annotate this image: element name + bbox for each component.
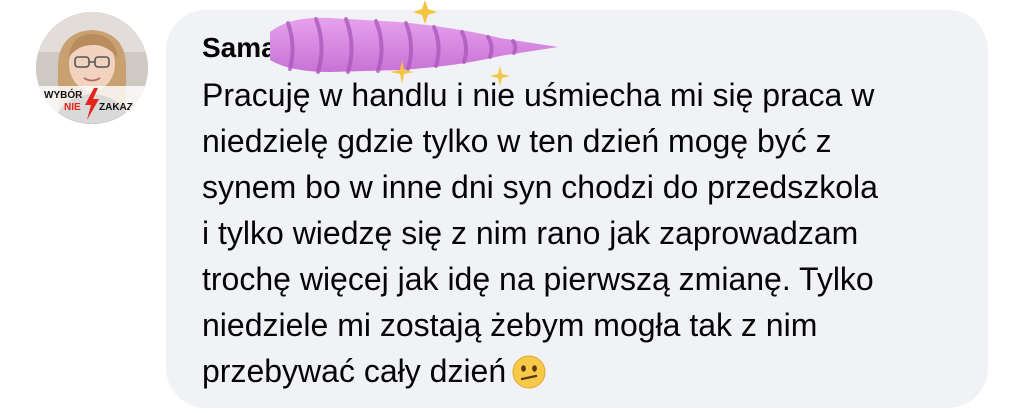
comment-line: i tylko wiedzę się z nim rano jak zaprow… (202, 215, 859, 251)
unicorn-horn-sticker-icon (270, 0, 558, 86)
profile-avatar[interactable]: WYBÓR NIE ZAKAZ (36, 12, 148, 124)
confused-face-icon (512, 355, 546, 389)
comment-line: niedziele mi zostają żebym mogła tak z n… (202, 307, 818, 343)
badge-text-nie: NIE (64, 102, 81, 113)
comment-line: trochę więcej jak idę na pierwszą zmianę… (202, 261, 874, 297)
badge-text-wybor: WYBÓR (44, 88, 83, 101)
comment-text: Pracuję w handlu i nie uśmiecha mi się p… (202, 72, 972, 394)
profile-photo: WYBÓR NIE ZAKAZ (36, 12, 148, 124)
comment-line: niedzielę gdzie tylko w ten dzień mogę b… (202, 123, 832, 159)
comment-line-last: przebywać cały dzień (202, 348, 972, 394)
badge-text-zakaz: ZAKAZ (99, 102, 133, 113)
comment-line: synem bo w inne dni syn chodzi do przeds… (202, 169, 878, 205)
comment-line: przebywać cały dzień (202, 353, 507, 389)
